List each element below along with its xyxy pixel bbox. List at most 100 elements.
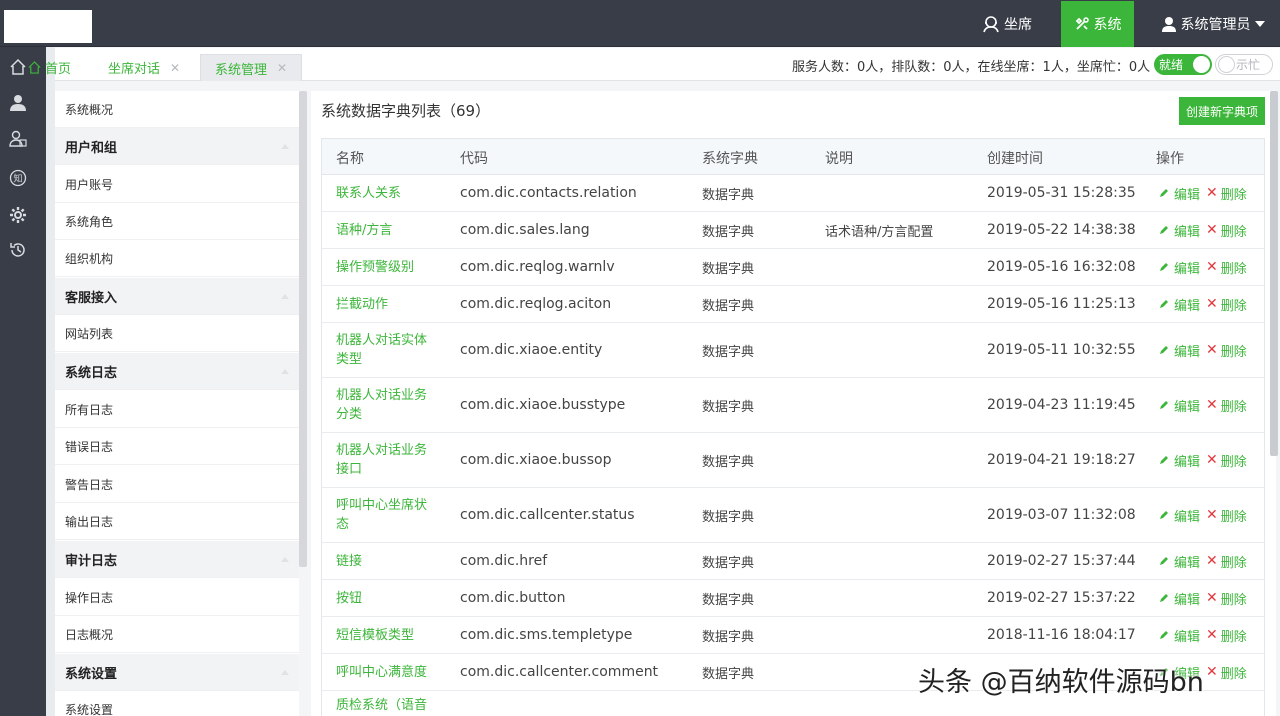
col-actions: 操作: [1156, 150, 1184, 167]
side-menu-item[interactable]: 系统概况: [55, 91, 299, 128]
edit-button[interactable]: 编辑: [1158, 626, 1200, 645]
dict-name-link[interactable]: 链接: [336, 543, 436, 579]
top-nav-agent[interactable]: 坐席: [968, 0, 1046, 47]
delete-button[interactable]: ✕ 删除: [1206, 258, 1247, 277]
side-menu-label: 操作日志: [65, 590, 114, 605]
edit-label: 编辑: [1174, 261, 1201, 277]
delete-button[interactable]: ✕ 删除: [1206, 221, 1247, 240]
side-menu-item[interactable]: 操作日志: [55, 579, 299, 616]
side-menu-item[interactable]: 输出日志: [55, 503, 299, 540]
delete-button[interactable]: ✕ 删除: [1206, 589, 1247, 608]
edit-button[interactable]: 编辑: [1158, 258, 1200, 277]
dict-created-time: 2019-04-21 19:18:27: [987, 452, 1136, 468]
dict-name-link[interactable]: 机器人对话业务分类: [336, 378, 436, 432]
rail-settings[interactable]: [0, 201, 36, 229]
side-menu-item[interactable]: 错误日志: [55, 428, 299, 465]
edit-button[interactable]: 编辑: [1158, 341, 1200, 360]
delete-button[interactable]: ✕ 删除: [1206, 663, 1247, 682]
pencil-icon: [1160, 189, 1168, 197]
create-dictionary-button[interactable]: 创建新字典项: [1179, 97, 1265, 125]
contacts-icon: [9, 130, 27, 147]
chevron-up-icon[interactable]: [281, 557, 289, 562]
edit-button[interactable]: 编辑: [1158, 295, 1200, 314]
ready-label: 就绪: [1159, 58, 1184, 72]
pencil-icon: [1160, 557, 1168, 565]
tab-system-management[interactable]: 系统管理 ✕: [200, 54, 303, 81]
dict-name-link[interactable]: 呼叫中心满意度: [336, 654, 436, 690]
tab-agent-chat[interactable]: 坐席对话 ✕: [94, 54, 194, 81]
delete-label: 删除: [1220, 187, 1247, 203]
edit-button[interactable]: 编辑: [1158, 221, 1200, 240]
delete-button[interactable]: ✕ 删除: [1206, 626, 1247, 645]
delete-x-icon: ✕: [1206, 553, 1218, 569]
side-menu-item[interactable]: 组织机构: [55, 240, 299, 277]
edit-button[interactable]: 编辑: [1158, 506, 1200, 525]
edit-button[interactable]: 编辑: [1158, 451, 1200, 470]
table-row: 短信模板类型 com.dic.sms.templetype 数据字典 2018-11-…: [321, 617, 1265, 654]
side-menu-item[interactable]: 系统设置: [55, 691, 299, 716]
dict-name-link[interactable]: 机器人对话实体类型: [336, 323, 436, 377]
side-menu-item[interactable]: 系统角色: [55, 203, 299, 240]
side-menu-item[interactable]: 所有日志: [55, 391, 299, 428]
dict-type: 数据字典: [702, 629, 755, 645]
table-row: 操作预警级别 com.dic.reqlog.warnlv 数据字典 2019-05-1…: [321, 249, 1265, 286]
delete-x-icon: ✕: [1206, 664, 1218, 680]
chevron-up-icon[interactable]: [281, 294, 289, 299]
dict-name-link[interactable]: 机器人对话业务接口: [336, 433, 436, 487]
rail-knowledge[interactable]: 知: [0, 164, 36, 192]
top-nav-system[interactable]: 系统: [1061, 1, 1134, 47]
user-menu[interactable]: 系统管理员: [1150, 0, 1275, 47]
delete-button[interactable]: ✕ 删除: [1206, 552, 1247, 571]
side-menu-group[interactable]: 审计日志: [55, 541, 299, 578]
side-menu-item[interactable]: 警告日志: [55, 466, 299, 503]
busy-toggle[interactable]: 示忙: [1215, 54, 1273, 75]
chevron-up-icon[interactable]: [281, 369, 289, 374]
dict-name-link[interactable]: 短信模板类型: [336, 617, 436, 653]
delete-button[interactable]: ✕ 删除: [1206, 506, 1247, 525]
side-menu-label: 用户账号: [65, 177, 114, 192]
rail-history[interactable]: [0, 236, 36, 264]
edit-button[interactable]: 编辑: [1158, 184, 1200, 203]
delete-label: 删除: [1220, 399, 1247, 415]
dict-name-link[interactable]: 按钮: [336, 580, 436, 616]
dict-name-link[interactable]: 操作预警级别: [336, 249, 436, 285]
dict-name-link[interactable]: 质检系统（语音: [336, 691, 436, 716]
edit-button[interactable]: 编辑: [1158, 552, 1200, 571]
close-icon[interactable]: ✕: [170, 61, 180, 75]
side-menu-group[interactable]: 系统日志: [55, 353, 299, 390]
side-menu-group[interactable]: 用户和组: [55, 128, 299, 165]
pencil-icon: [1160, 456, 1168, 464]
side-menu-group[interactable]: 客服接入: [55, 278, 299, 315]
rail-user[interactable]: [0, 89, 36, 117]
system-label: 系统: [1093, 17, 1122, 33]
delete-button[interactable]: ✕ 删除: [1206, 184, 1247, 203]
ready-toggle[interactable]: 就绪: [1154, 54, 1212, 75]
chevron-up-icon[interactable]: [281, 670, 289, 675]
close-icon[interactable]: ✕: [277, 61, 287, 75]
delete-button[interactable]: ✕ 删除: [1206, 295, 1247, 314]
main-scrollbar[interactable]: [1270, 91, 1278, 456]
delete-x-icon: ✕: [1206, 259, 1218, 275]
dict-name-link[interactable]: 呼叫中心坐席状态: [336, 488, 436, 542]
delete-x-icon: ✕: [1206, 342, 1218, 358]
delete-label: 删除: [1220, 629, 1247, 645]
home-icon: [28, 61, 41, 74]
dict-name-link[interactable]: 拦截动作: [336, 286, 436, 322]
side-menu-item[interactable]: 用户账号: [55, 166, 299, 203]
side-menu-item[interactable]: 网站列表: [55, 315, 299, 352]
dict-name-link[interactable]: 联系人关系: [336, 175, 436, 211]
dict-name-link[interactable]: 语种/方言: [336, 212, 436, 248]
dict-created-time: 2019-05-16 11:25:13: [987, 296, 1136, 312]
delete-button[interactable]: ✕ 删除: [1206, 451, 1247, 470]
side-menu-item[interactable]: 日志概况: [55, 616, 299, 653]
delete-button[interactable]: ✕ 删除: [1206, 396, 1247, 415]
side-menu-group[interactable]: 系统设置: [55, 654, 299, 691]
side-menu-scrollbar[interactable]: [299, 91, 307, 567]
delete-button[interactable]: ✕ 删除: [1206, 341, 1247, 360]
edit-label: 编辑: [1174, 187, 1201, 203]
rail-contacts[interactable]: [0, 125, 36, 153]
edit-button[interactable]: 编辑: [1158, 589, 1200, 608]
chevron-up-icon[interactable]: [281, 144, 289, 149]
edit-button[interactable]: 编辑: [1158, 396, 1200, 415]
tab-home[interactable]: 首页: [14, 54, 85, 81]
